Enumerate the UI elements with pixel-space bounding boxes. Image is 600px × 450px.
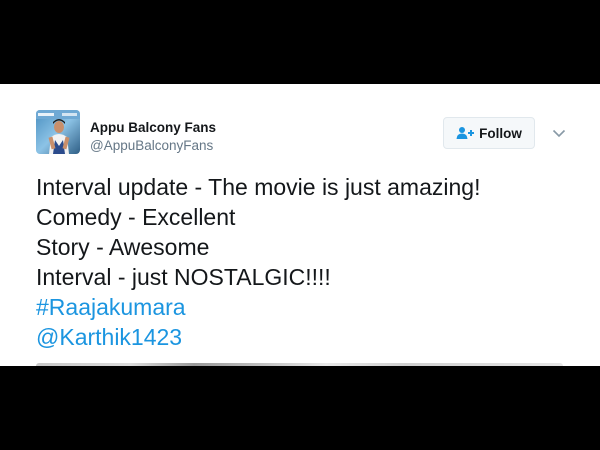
avatar[interactable] — [36, 110, 80, 154]
follow-label: Follow — [479, 125, 522, 141]
more-options-caret[interactable] — [551, 127, 567, 139]
add-user-icon — [456, 126, 475, 140]
tweet-line: Interval - just NOSTALGIC!!!! — [36, 264, 331, 290]
hashtag-link[interactable]: #Raajakumara — [36, 292, 576, 322]
tweet-line: Interval update - The movie is just amaz… — [36, 174, 481, 200]
display-name[interactable]: Appu Balcony Fans — [90, 119, 216, 137]
screenshot-stage: Appu Balcony Fans @AppuBalconyFans Follo… — [0, 0, 600, 450]
follow-button[interactable]: Follow — [443, 117, 535, 149]
tweet-line: Comedy - Excellent — [36, 204, 236, 230]
avatar-image — [36, 110, 80, 154]
chevron-down-icon — [552, 129, 566, 137]
tweet-line: Story - Awesome — [36, 234, 210, 260]
user-handle[interactable]: @AppuBalconyFans — [90, 137, 216, 155]
user-info: Appu Balcony Fans @AppuBalconyFans — [90, 119, 216, 155]
mention-link[interactable]: @Karthik1423 — [36, 322, 576, 352]
tweet-card: Appu Balcony Fans @AppuBalconyFans Follo… — [0, 84, 600, 366]
media-preview[interactable] — [36, 363, 563, 366]
tweet-text: Interval update - The movie is just amaz… — [36, 172, 576, 352]
